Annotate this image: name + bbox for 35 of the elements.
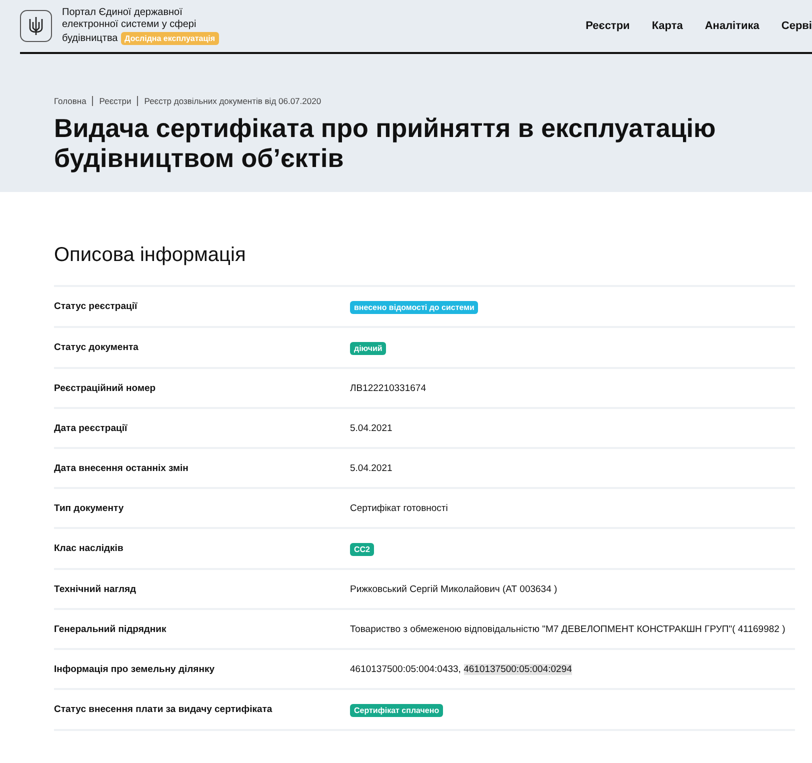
field-value: 5.04.2021 [350, 463, 394, 475]
field-label: Технічний нагляд [54, 584, 138, 596]
field-value: 5.04.2021 [350, 423, 394, 435]
field-value: Рижковський Сергій Миколайович (АТ 003634 ) [350, 584, 558, 596]
field-label: Генеральний підрядник [54, 624, 168, 636]
breadcrumb-link[interactable]: Головна [54, 96, 86, 106]
status-badge: внесено відомості до системи [350, 301, 478, 314]
field-label: Клас наслідків [54, 543, 124, 556]
status-badge: Сертифікат сплачено [350, 704, 444, 717]
field-value: Сертифікат готовності [350, 503, 449, 515]
status-badge: діючий [350, 342, 386, 355]
breadcrumb-link[interactable]: Реєстр дозвільних документів від 06.07.2020 [144, 96, 322, 106]
section-title: Описова інформація [54, 244, 247, 267]
field-label: Реєстраційний номер [54, 383, 157, 395]
field-label: Статус внесення плати за видачу сертифіката [54, 704, 274, 717]
field-label: Статус реєстрації [54, 301, 138, 314]
field-value: Товариство з обмеженою відповідальністю "М7 ДЕВЕЛОПМЕНТ КОНСТРАКШН ГРУП"( 41169982 ) [350, 624, 786, 636]
field-label: Тип документу [54, 503, 125, 515]
logo[interactable] [20, 10, 52, 42]
nav-link[interactable]: Реєстри [586, 20, 630, 32]
field-value: 4610137500:05:004:0433, 4610137500:05:004:0294 [350, 664, 573, 676]
field-label: Дата реєстрації [54, 423, 128, 435]
nav-link[interactable]: Аналітика [704, 20, 760, 32]
field-label: Дата внесення останніх змін [54, 463, 190, 475]
field-label: Інформація про земельну ділянку [54, 664, 216, 676]
page-title: Видача сертифіката про прийняття в експлуатацію будівництвом об’єктів [54, 113, 717, 173]
status-badge: СС2 [350, 543, 374, 556]
beta-badge: Дослідна експлуатація [120, 32, 220, 45]
portal-name: Портал Єдиної державної електронної системи у сфері будівництва Дослідна експлуатація [62, 6, 222, 46]
breadcrumb-link[interactable]: Реєстри [99, 96, 132, 106]
nav-link[interactable]: Карта [652, 20, 683, 32]
nav-link[interactable]: Серві [781, 20, 812, 32]
field-value: ЛВ122210331674 [350, 383, 427, 395]
trident-icon [29, 16, 43, 36]
field-label: Статус документа [54, 342, 140, 355]
